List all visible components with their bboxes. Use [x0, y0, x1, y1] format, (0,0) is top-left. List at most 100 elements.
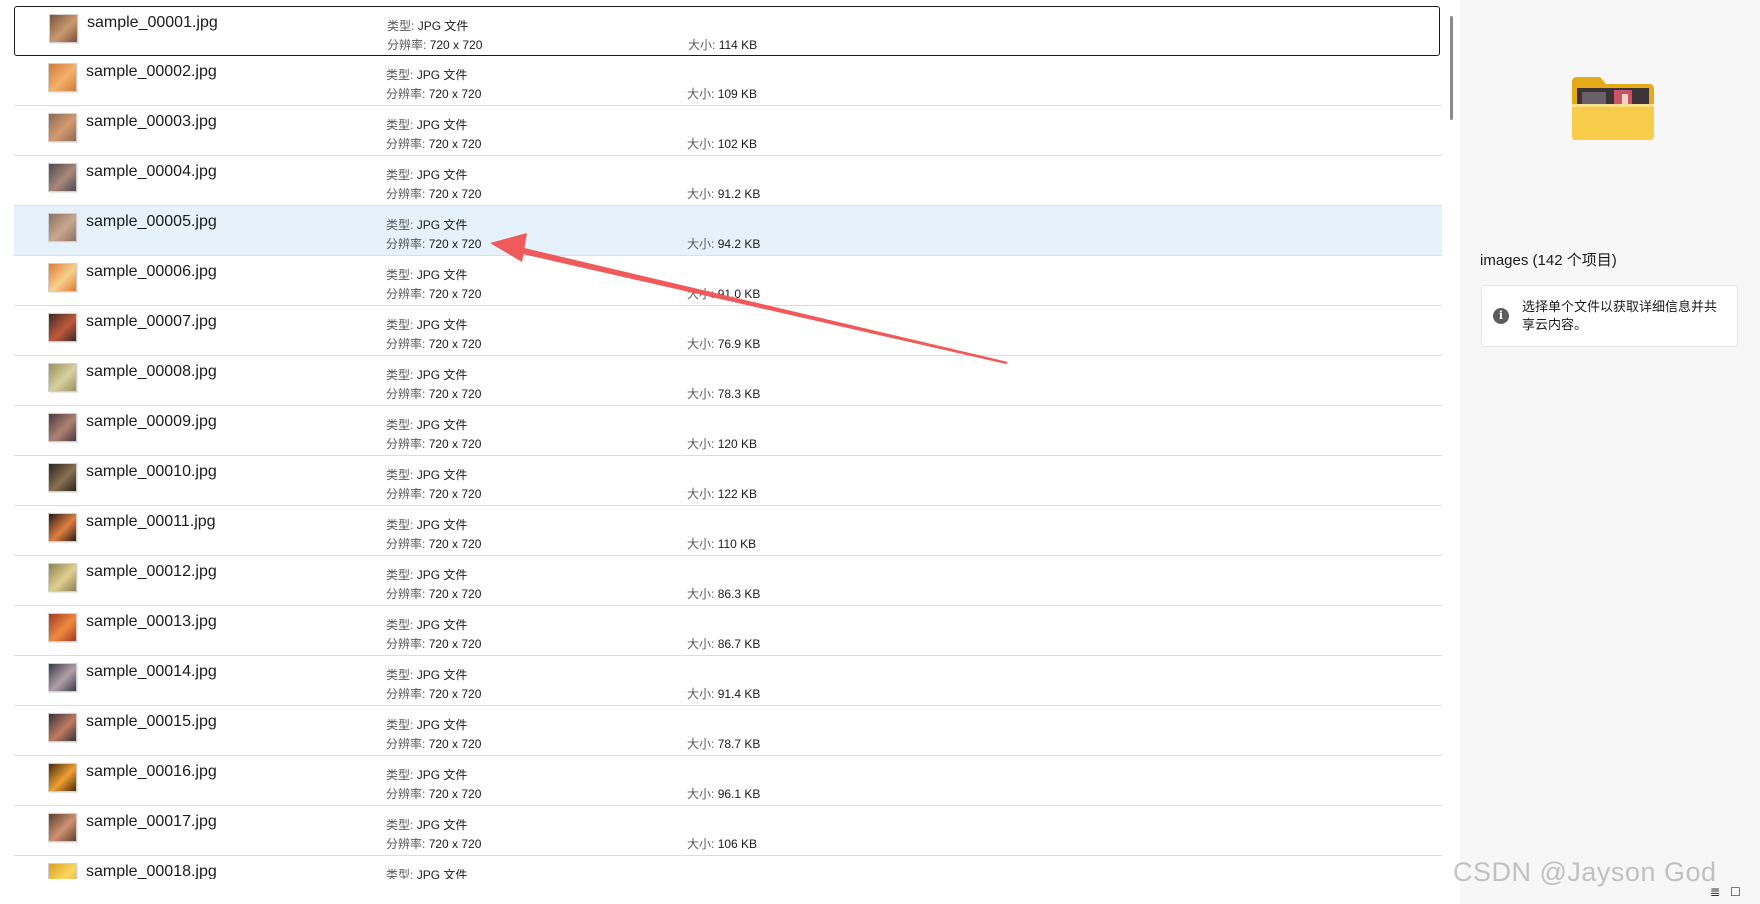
file-size-value: 102 KB: [717, 137, 758, 151]
view-switcher: ≣ ☐: [1706, 884, 1756, 902]
file-name: sample_00007.jpg: [86, 313, 217, 330]
file-row[interactable]: sample_00004.jpg 类型: JPG 文件 分辨率: 720 x 7…: [14, 156, 1442, 206]
file-row[interactable]: sample_00007.jpg 类型: JPG 文件 分辨率: 720 x 7…: [14, 306, 1442, 356]
file-size-label: 大小:: [687, 587, 715, 601]
file-size-label: 大小:: [687, 487, 715, 501]
file-thumbnail: [49, 14, 78, 43]
file-type-label: 类型:: [386, 818, 414, 832]
file-list: sample_00001.jpg 类型: JPG 文件 分辨率: 720 x 7…: [14, 6, 1442, 879]
tiles-view-button[interactable]: ☐: [1730, 886, 1741, 898]
details-info-text: 选择单个文件以获取详细信息并共享云内容。: [1522, 299, 1718, 332]
file-row[interactable]: sample_00002.jpg 类型: JPG 文件 分辨率: 720 x 7…: [14, 56, 1442, 106]
file-size-label: 大小:: [687, 237, 715, 251]
file-resolution-value: 720 x 720: [428, 787, 482, 801]
file-resolution-value: 720 x 720: [428, 737, 482, 751]
file-row[interactable]: sample_00008.jpg 类型: JPG 文件 分辨率: 720 x 7…: [14, 356, 1442, 406]
file-size: 大小: 109 KB: [687, 85, 757, 102]
file-name: sample_00012.jpg: [86, 563, 217, 580]
file-row[interactable]: sample_00005.jpg 类型: JPG 文件 分辨率: 720 x 7…: [14, 206, 1442, 256]
file-size-label: 大小:: [688, 38, 716, 52]
file-resolution-label: 分辨率:: [386, 287, 426, 301]
file-resolution-label: 分辨率:: [386, 537, 426, 551]
file-resolution: 分辨率: 720 x 720: [386, 785, 481, 802]
file-thumbnail: [48, 213, 77, 242]
file-row[interactable]: sample_00012.jpg 类型: JPG 文件 分辨率: 720 x 7…: [14, 556, 1442, 606]
file-type: 类型: JPG 文件: [386, 766, 467, 783]
watermark: CSDN @Jayson God: [1453, 857, 1717, 887]
file-row[interactable]: sample_00006.jpg 类型: JPG 文件 分辨率: 720 x 7…: [14, 256, 1442, 306]
file-row[interactable]: sample_00010.jpg 类型: JPG 文件 分辨率: 720 x 7…: [14, 456, 1442, 506]
file-type-value: JPG 文件: [416, 568, 468, 582]
file-resolution: 分辨率: 720 x 720: [386, 135, 481, 152]
file-type: 类型: JPG 文件: [386, 416, 467, 433]
file-size: 大小: 76.9 KB: [687, 335, 760, 352]
file-thumbnail: [48, 613, 77, 642]
file-resolution-value: 720 x 720: [428, 387, 482, 401]
details-view-button[interactable]: ≣: [1710, 886, 1720, 898]
details-pane: images (142 个项目) i 选择单个文件以获取详细信息并共享云内容。: [1460, 0, 1760, 904]
file-thumbnail: [48, 763, 77, 792]
file-row[interactable]: sample_00016.jpg 类型: JPG 文件 分辨率: 720 x 7…: [14, 756, 1442, 806]
file-size-label: 大小:: [687, 537, 715, 551]
file-resolution: 分辨率: 720 x 720: [386, 735, 481, 752]
file-type-value: JPG 文件: [416, 418, 468, 432]
file-name: sample_00004.jpg: [86, 163, 217, 180]
file-row[interactable]: sample_00003.jpg 类型: JPG 文件 分辨率: 720 x 7…: [14, 106, 1442, 156]
file-type-label: 类型:: [386, 868, 414, 879]
file-name: sample_00006.jpg: [86, 263, 217, 280]
file-type-value: JPG 文件: [416, 718, 468, 732]
info-icon: i: [1493, 308, 1509, 324]
file-resolution-value: 720 x 720: [428, 487, 482, 501]
file-row[interactable]: sample_00014.jpg 类型: JPG 文件 分辨率: 720 x 7…: [14, 656, 1442, 706]
file-row[interactable]: sample_00011.jpg 类型: JPG 文件 分辨率: 720 x 7…: [14, 506, 1442, 556]
file-name: sample_00003.jpg: [86, 113, 217, 130]
file-size: 大小: 122 KB: [687, 485, 757, 502]
details-info-card: i 选择单个文件以获取详细信息并共享云内容。: [1481, 285, 1738, 347]
file-resolution-label: 分辨率:: [386, 737, 426, 751]
file-name: sample_00018.jpg: [86, 863, 217, 879]
file-resolution-label: 分辨率:: [386, 787, 426, 801]
scrollbar-thumb[interactable]: [1450, 16, 1453, 120]
file-resolution: 分辨率: 720 x 720: [386, 85, 481, 102]
file-type-label: 类型:: [386, 468, 414, 482]
file-resolution-label: 分辨率:: [386, 137, 426, 151]
file-type-label: 类型:: [386, 418, 414, 432]
file-row[interactable]: sample_00001.jpg 类型: JPG 文件 分辨率: 720 x 7…: [14, 6, 1440, 56]
file-row[interactable]: sample_00017.jpg 类型: JPG 文件 分辨率: 720 x 7…: [14, 806, 1442, 856]
file-name: sample_00008.jpg: [86, 363, 217, 380]
file-type-value: JPG 文件: [416, 468, 468, 482]
file-thumbnail: [48, 413, 77, 442]
file-resolution-value: 720 x 720: [428, 837, 482, 851]
file-size: 大小: 94.2 KB: [687, 235, 760, 252]
file-resolution: 分辨率: 720 x 720: [386, 535, 481, 552]
file-row[interactable]: sample_00018.jpg 类型: JPG 文件: [14, 856, 1442, 879]
file-type-value: JPG 文件: [416, 118, 468, 132]
file-size-value: 86.3 KB: [717, 587, 761, 601]
file-thumbnail: [48, 263, 77, 292]
file-size-label: 大小:: [687, 87, 715, 101]
file-size: 大小: 114 KB: [688, 36, 757, 53]
file-name: sample_00014.jpg: [86, 663, 217, 680]
file-list-scrollbar[interactable]: [1446, 0, 1458, 880]
file-name: sample_00009.jpg: [86, 413, 217, 430]
file-resolution: 分辨率: 720 x 720: [386, 385, 481, 402]
file-row[interactable]: sample_00013.jpg 类型: JPG 文件 分辨率: 720 x 7…: [14, 606, 1442, 656]
file-explorer-window: sample_00001.jpg 类型: JPG 文件 分辨率: 720 x 7…: [0, 0, 1760, 904]
file-resolution-value: 720 x 720: [428, 287, 482, 301]
file-type-label: 类型:: [386, 718, 414, 732]
file-name: sample_00005.jpg: [86, 213, 217, 230]
file-thumbnail: [48, 513, 77, 542]
file-resolution-value: 720 x 720: [428, 337, 482, 351]
file-name: sample_00001.jpg: [87, 14, 218, 31]
file-type: 类型: JPG 文件: [386, 316, 467, 333]
file-row[interactable]: sample_00015.jpg 类型: JPG 文件 分辨率: 720 x 7…: [14, 706, 1442, 756]
file-size: 大小: 91.2 KB: [687, 185, 760, 202]
file-row[interactable]: sample_00009.jpg 类型: JPG 文件 分辨率: 720 x 7…: [14, 406, 1442, 456]
file-resolution-label: 分辨率:: [387, 38, 427, 52]
file-size-label: 大小:: [687, 787, 715, 801]
file-size: 大小: 86.3 KB: [687, 585, 760, 602]
file-thumbnail: [48, 163, 77, 192]
file-type-value: JPG 文件: [416, 618, 468, 632]
file-name: sample_00002.jpg: [86, 63, 217, 80]
file-type-value: JPG 文件: [417, 19, 469, 33]
